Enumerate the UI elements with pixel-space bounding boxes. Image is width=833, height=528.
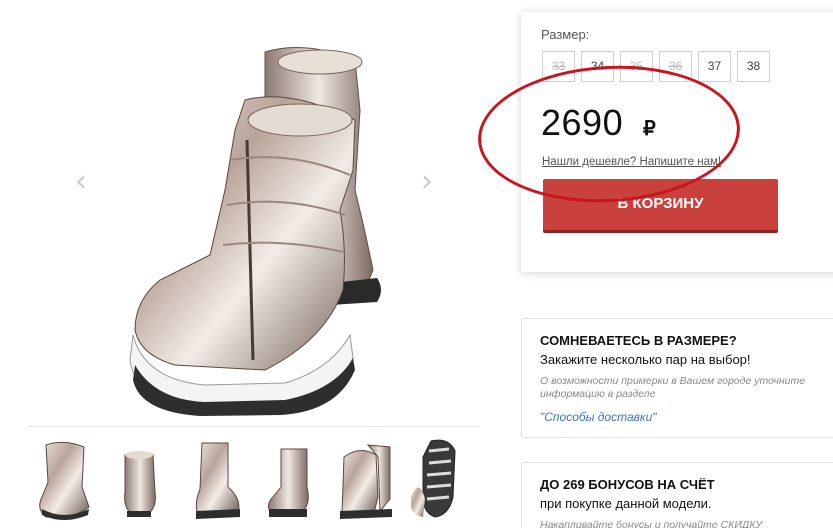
thumbnail-1[interactable] [28,426,103,528]
size-option-33[interactable]: 33 [542,51,575,82]
size-option-38[interactable]: 38 [737,51,770,82]
gallery-next-button[interactable]: › [416,167,438,197]
thumbnail-6[interactable] [403,426,478,528]
thumbnail-2[interactable] [103,426,178,528]
size-option-36[interactable]: 36 [659,51,692,82]
size-help-subtitle: Закажите несколько пар на выбор! [540,352,751,367]
bonus-title: ДО 269 БОНУСОВ НА СЧЁТ [540,477,715,492]
chevron-right-icon: › [421,164,433,199]
product-main-image [115,40,395,420]
thumbnail-4[interactable] [253,426,328,528]
currency-symbol: ₽ [643,118,656,140]
size-help-box: СОМНЕВАЕТЕСЬ В РАЗМЕРЕ? Закажите несколь… [521,318,833,438]
bonus-note: Накапливайте бонусы и получайте СКИДКУ [540,519,763,528]
gallery-prev-button[interactable]: ‹ [70,167,92,197]
size-selector: 33 34 35 36 37 38 [542,51,776,82]
chevron-left-icon: ‹ [75,164,87,199]
bonus-subtitle: при покупке данной модели. [540,496,712,511]
size-option-37[interactable]: 37 [698,51,731,82]
thumbnail-3[interactable] [178,426,253,528]
thumbnail-strip [28,426,480,528]
size-label: Размер: [541,27,590,42]
size-option-35[interactable]: 35 [620,51,653,82]
size-help-note: О возможности примерки в Вашем городе ут… [540,375,806,400]
thumbnail-5[interactable] [328,426,403,528]
found-cheaper-link[interactable]: Нашли дешевле? Напишите нам! [542,156,721,168]
size-option-34[interactable]: 34 [581,51,614,82]
product-page: ‹ › Размер: 33 34 35 36 37 38 2690 ₽ Наш… [0,0,833,528]
product-price: 2690 [541,102,624,143]
bonus-box: ДО 269 БОНУСОВ НА СЧЁТ при покупке данно… [521,462,833,528]
size-help-title: СОМНЕВАЕТЕСЬ В РАЗМЕРЕ? [540,333,737,348]
purchase-panel: Размер: 33 34 35 36 37 38 2690 ₽ Нашли д… [521,12,833,272]
add-to-cart-button[interactable]: В КОРЗИНУ [543,179,778,230]
delivery-methods-link[interactable]: "Способы доставки" [540,410,657,424]
